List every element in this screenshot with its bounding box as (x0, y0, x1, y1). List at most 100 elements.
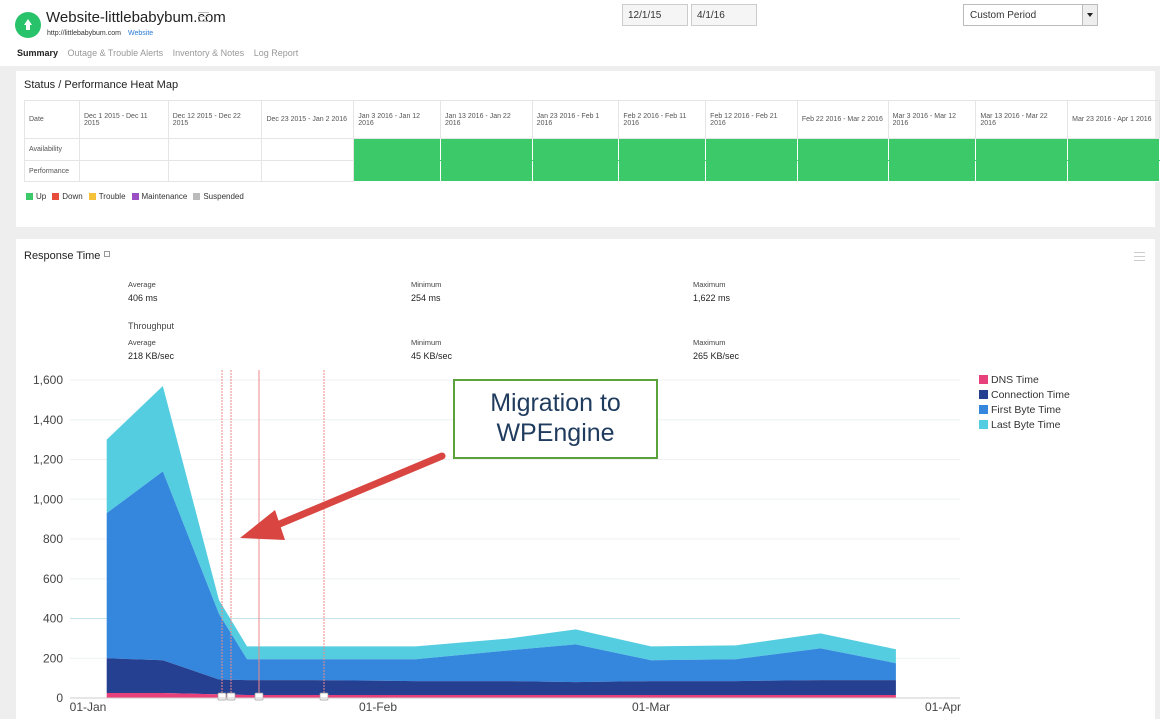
heatmap-cell[interactable] (796, 160, 889, 182)
legend-label: Last Byte Time (991, 419, 1061, 431)
event-marker-flag (254, 692, 264, 701)
heatmap-cell[interactable] (353, 138, 441, 161)
min-label: Minimum (411, 280, 442, 289)
legend-swatch (979, 375, 988, 384)
legend-item-trouble: Trouble (88, 192, 126, 201)
legend-swatch (979, 390, 988, 399)
heatmap-column-header: Dec 23 2015 - Jan 2 2016 (261, 100, 355, 139)
x-tick-label: 01-Mar (632, 700, 670, 714)
legend-item-connection-time[interactable]: Connection Time (979, 389, 1070, 404)
heatmap-cell[interactable] (167, 138, 263, 161)
y-tick-label: 1,000 (33, 492, 63, 506)
heatmap-cell[interactable] (618, 160, 707, 182)
heatmap-column-header: Feb 12 2016 - Feb 21 2016 (705, 100, 798, 139)
heatmap-cell[interactable] (353, 160, 441, 182)
heatmap-cell[interactable] (78, 138, 169, 161)
site-type-link[interactable]: Website (128, 30, 153, 37)
heatmap-row-performance: Performance (24, 160, 1160, 182)
row-label-availability: Availability (24, 138, 80, 161)
y-tick-label: 800 (43, 532, 63, 546)
avg-label: Average (128, 280, 156, 289)
y-tick-label: 1,200 (33, 453, 63, 467)
event-marker-flag (217, 692, 227, 701)
legend-label: DNS Time (991, 374, 1039, 386)
event-marker-flag (226, 692, 236, 701)
heatmap-column-header: Mar 13 2016 - Mar 22 2016 (975, 100, 1069, 139)
period-select[interactable]: Custom Period (963, 4, 1098, 26)
period-select-value: Custom Period (970, 10, 1037, 21)
heatmap-cell[interactable] (439, 160, 533, 182)
min-value: 254 ms (411, 293, 441, 303)
legend-item-down: Down (52, 192, 83, 201)
legend-item-maintenance: Maintenance (131, 192, 188, 201)
max-label: Maximum (693, 280, 726, 289)
annotation-arrow-shaft (266, 452, 446, 532)
legend-swatch (26, 193, 33, 200)
heatmap-column-header: Jan 13 2016 - Jan 22 2016 (439, 100, 533, 139)
heatmap-cell[interactable] (1067, 138, 1160, 161)
heatmap-cell[interactable] (887, 138, 977, 161)
end-date-input[interactable]: 4/1/16 (691, 4, 757, 26)
tab-inventory-notes[interactable]: Inventory & Notes (173, 48, 245, 58)
panel-menu-icon[interactable] (1134, 252, 1145, 261)
x-tick-label: 01-Feb (359, 700, 397, 714)
heatmap-cell[interactable] (705, 138, 798, 161)
heatmap-cell[interactable] (78, 160, 169, 182)
legend-item-up: Up (26, 192, 46, 201)
heatmap-cell[interactable] (531, 160, 620, 182)
menu-icon[interactable] (198, 12, 209, 22)
tab-outage-alerts[interactable]: Outage & Trouble Alerts (68, 48, 164, 58)
legend-item-dns-time[interactable]: DNS Time (979, 374, 1070, 389)
heatmap-cell[interactable] (975, 160, 1069, 182)
heatmap-cell[interactable] (261, 160, 355, 182)
chevron-down-icon[interactable] (1082, 5, 1097, 25)
throughput-label: Throughput (128, 321, 175, 331)
legend-label: Down (62, 192, 83, 201)
callout-line-1: Migration to (490, 389, 621, 417)
heatmap-table: Date Dec 1 2015 - Dec 11 2015 Dec 12 2015… (24, 100, 1160, 182)
tab-log-report[interactable]: Log Report (254, 48, 299, 58)
heatmap-cell[interactable] (531, 138, 620, 161)
callout-line-2: WPEngine (496, 419, 615, 447)
heatmap-title: Status / Performance Heat Map (24, 79, 179, 91)
heatmap-cell[interactable] (796, 138, 889, 161)
tp-min-label: Minimum (411, 338, 442, 347)
legend-item-first-byte-time[interactable]: First Byte Time (979, 404, 1070, 419)
heatmap-column-header: Mar 3 2016 - Mar 12 2016 (887, 100, 977, 139)
heatmap-cell[interactable] (887, 160, 977, 182)
y-tick-label: 0 (56, 691, 63, 705)
response-time-title: Response Time (24, 250, 101, 262)
chart-legend: DNS Time Connection Time First Byte Time La… (979, 374, 1070, 434)
legend-swatch (979, 405, 988, 414)
header: Website-littlebabybum.com http://littleb… (0, 0, 1160, 66)
external-link-icon[interactable] (104, 251, 110, 257)
heatmap-column-header: Dec 1 2015 - Dec 11 2015 (78, 100, 169, 139)
max-value: 1,622 ms (693, 293, 731, 303)
migration-callout: Migration to WPEngine (453, 379, 658, 459)
heatmap-column-header: Mar 23 2016 - Apr 1 2016 (1067, 100, 1160, 139)
legend-item-last-byte-time[interactable]: Last Byte Time (979, 419, 1070, 434)
tp-max-label: Maximum (693, 338, 726, 347)
avg-value: 406 ms (128, 293, 158, 303)
legend-label: Up (36, 192, 47, 201)
website-monitor-icon (15, 12, 41, 38)
x-tick-label: 01-Jan (70, 700, 107, 714)
legend-label: Suspended (203, 192, 244, 201)
y-tick-label: 400 (43, 612, 63, 626)
y-tick-label: 1,400 (33, 413, 63, 427)
tab-summary[interactable]: Summary (17, 48, 58, 58)
heatmap-header-row: Date Dec 1 2015 - Dec 11 2015 Dec 12 2015… (24, 100, 1160, 139)
y-tick-label: 200 (43, 651, 63, 665)
heatmap-cell[interactable] (975, 138, 1069, 161)
site-url[interactable]: http://littlebabybum.com (47, 30, 121, 37)
heatmap-cell[interactable] (439, 138, 533, 161)
heatmap-cell[interactable] (167, 160, 263, 182)
heatmap-cell[interactable] (261, 138, 355, 161)
heatmap-cell[interactable] (705, 160, 798, 182)
heatmap-cell[interactable] (618, 138, 707, 161)
heatmap-column-header: Feb 2 2016 - Feb 11 2016 (618, 100, 707, 139)
heatmap-cell[interactable] (1067, 160, 1160, 182)
start-date-input[interactable]: 12/1/15 (622, 4, 688, 26)
legend-label: Maintenance (141, 192, 188, 201)
tp-avg-label: Average (128, 338, 156, 347)
